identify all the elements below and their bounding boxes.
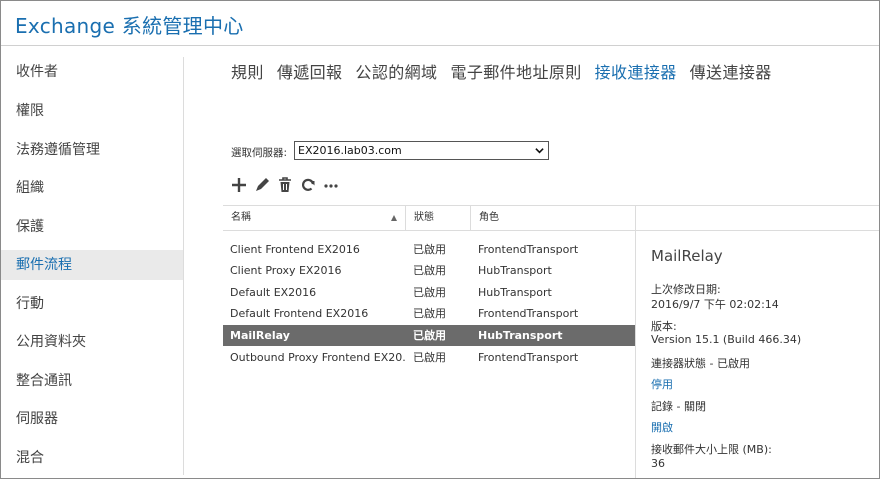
column-header-role-label: 角色 [479,212,499,223]
cell-role: FrontendTransport [478,351,579,364]
sidebar-item-organization[interactable]: 組織 [1,173,183,203]
header: Exchange 系統管理中心 [1,1,879,46]
sidebar-item-protection[interactable]: 保護 [1,212,183,242]
version-label: 版本: [651,320,677,333]
max-size-value: 36 [651,457,665,470]
table-row[interactable]: Client Proxy EX2016 已啟用 HubTransport [223,260,635,281]
cell-status: 已啟用 [413,307,446,320]
refresh-icon[interactable] [299,175,317,195]
edit-icon[interactable] [253,175,271,195]
table-row[interactable]: Default Frontend EX2016 已啟用 FrontendTran… [223,303,635,324]
details-divider [635,231,636,478]
sidebar-item-compliance[interactable]: 法務遵循管理 [1,135,183,165]
chevron-down-icon [535,148,544,154]
tab-email-address-policies[interactable]: 電子郵件地址原則 [450,59,581,83]
table-row-selected[interactable]: MailRelay 已啟用 HubTransport [223,325,635,346]
table-row[interactable]: Default EX2016 已啟用 HubTransport [223,282,635,303]
sidebar-item-unified-messaging[interactable]: 整合通訊 [1,366,183,396]
sidebar-item-hybrid[interactable]: 混合 [1,443,183,473]
grid-header: 名稱 狀態 角色 [223,205,879,231]
column-header-status-label: 狀態 [414,212,434,223]
sidebar-item-permissions[interactable]: 權限 [1,96,183,126]
tab-receive-connectors[interactable]: 接收連接器 [595,59,677,83]
sidebar-item-recipients[interactable]: 收件者 [1,57,183,87]
sidebar-item-servers[interactable]: 伺服器 [1,404,183,434]
column-header-status[interactable]: 狀態 [406,206,470,231]
cell-role: HubTransport [478,264,552,277]
column-divider [635,206,636,231]
cell-status: 已啟用 [413,351,446,364]
cell-role: FrontendTransport [478,243,579,256]
cell-name: Default Frontend EX2016 [230,307,369,320]
tab-bar: 規則 傳遞回報 公認的網域 電子郵件地址原則 接收連接器 傳送連接器 [231,59,785,85]
server-picker-label: 選取伺服器: [231,147,288,159]
server-select[interactable]: EX2016.lab03.com [294,141,549,160]
enable-logging-link[interactable]: 開啟 [651,419,673,435]
cell-role: FrontendTransport [478,307,579,320]
sidebar-item-mail-flow[interactable]: 郵件流程 [1,250,183,280]
connector-status: 連接器狀態 - 已啟用 [651,357,750,370]
logging-status: 記錄 - 關閉 [651,400,706,413]
cell-status: 已啟用 [413,264,446,277]
delete-icon[interactable] [276,175,294,195]
disable-link[interactable]: 停用 [651,376,673,392]
table-row[interactable]: Outbound Proxy Frontend EX20... 已啟用 Fron… [223,347,635,368]
cell-name: Default EX2016 [230,286,317,299]
version-value: Version 15.1 (Build 466.34) [651,333,802,346]
sidebar-item-mobile[interactable]: 行動 [1,289,183,319]
column-header-role[interactable]: 角色 [471,206,635,231]
sidebar: 收件者 權限 法務遵循管理 組織 保護 郵件流程 行動 公用資料夾 整合通訊 伺… [1,47,183,478]
cell-status: 已啟用 [413,329,446,342]
tab-send-connectors[interactable]: 傳送連接器 [690,59,772,83]
details-title: MailRelay [651,247,723,265]
modified-label: 上次修改日期: [651,283,721,296]
cell-role: HubTransport [478,286,552,299]
cell-status: 已啟用 [413,286,446,299]
max-size-label: 接收郵件大小上限 (MB): [651,443,772,456]
sort-ascending-icon [391,215,397,221]
add-icon[interactable] [230,175,248,195]
cell-role: HubTransport [478,329,563,342]
tab-delivery-reports[interactable]: 傳遞回報 [277,59,343,83]
modified-value: 2016/9/7 下午 02:02:14 [651,298,779,311]
tab-rules[interactable]: 規則 [231,59,264,83]
server-select-value: EX2016.lab03.com [298,144,402,157]
app-window: Exchange 系統管理中心 收件者 權限 法務遵循管理 組織 保護 郵件流程… [0,0,880,479]
column-header-name[interactable]: 名稱 [223,206,405,231]
sidebar-item-public-folders[interactable]: 公用資料夾 [1,327,183,357]
tab-accepted-domains[interactable]: 公認的網域 [355,59,437,83]
cell-name: Client Frontend EX2016 [230,243,360,256]
table-row[interactable]: Client Frontend EX2016 已啟用 FrontendTrans… [223,239,635,260]
cell-status: 已啟用 [413,243,446,256]
column-header-name-label: 名稱 [231,212,251,223]
cell-name: Client Proxy EX2016 [230,264,342,277]
more-icon[interactable] [322,175,340,195]
sidebar-divider [183,57,184,475]
cell-name: Outbound Proxy Frontend EX20... [230,351,406,364]
app-title: Exchange 系統管理中心 [15,14,244,38]
cell-name: MailRelay [230,329,290,342]
